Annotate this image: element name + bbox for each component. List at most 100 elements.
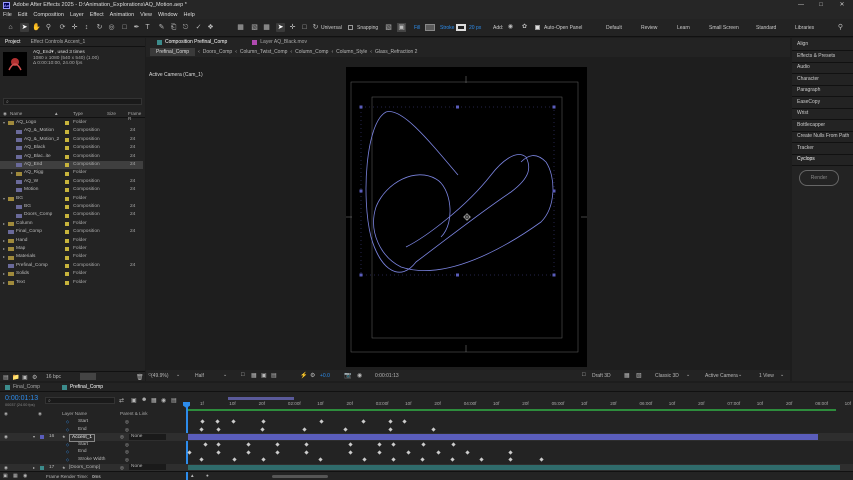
timeline-search-input[interactable]: ⌕ [45, 397, 115, 404]
panel-item-character[interactable]: Character [797, 76, 819, 82]
project-comp-row[interactable]: AQ_Blac..ite Composition 24 [0, 153, 143, 161]
time-ruler[interactable]: 1f 10f 20f 02:00f 10f 20f 03:00f 10f 20f 04:00f 10… [186, 395, 851, 417]
menu-composition[interactable]: Composition [33, 12, 64, 18]
label-color-swatch[interactable] [65, 280, 69, 285]
show-channel-icon[interactable]: ◉ [357, 372, 362, 379]
keyframe-icon[interactable] [388, 427, 393, 432]
expression-pickwhip-icon[interactable]: ◎ [125, 418, 129, 426]
project-comp-row[interactable]: Final_Comp Composition 24 [0, 228, 143, 236]
puppet-tool-icon[interactable]: ❖ [206, 23, 215, 32]
roto-brush-tool-icon[interactable]: ✓ [194, 23, 203, 32]
workspace-standard[interactable]: Standard [756, 25, 776, 31]
move-tool-icon[interactable]: ✛ [70, 23, 79, 32]
workspace-small-screen[interactable]: Small Screen [709, 25, 739, 31]
pen-tool-icon[interactable]: ✒ [132, 23, 141, 32]
project-folder-row[interactable]: ▸ Materials Folder [0, 253, 143, 261]
interpret-footage-icon[interactable]: ▤ [3, 374, 9, 381]
label-color-swatch[interactable] [65, 230, 69, 235]
label-color-swatch[interactable] [65, 137, 69, 142]
3d-ground-plane-icon[interactable]: ▧ [636, 372, 642, 379]
bounds-handle[interactable] [552, 189, 556, 193]
panel-item-paragraph[interactable]: Paragraph [797, 87, 820, 93]
keyframe-icon[interactable] [450, 457, 455, 462]
layer-label-swatch[interactable] [40, 435, 44, 440]
fill-swatch[interactable] [425, 24, 435, 31]
snapping-checkbox[interactable] [348, 25, 353, 31]
region-of-interest-icon[interactable]: □ [241, 372, 245, 378]
stroke-width-value[interactable]: 20 px [469, 25, 481, 31]
orbit-tool-icon[interactable]: ⟳ [58, 23, 67, 32]
current-time-display[interactable]: 0:00:01:13 [375, 373, 399, 379]
keyframe-icon[interactable] [275, 442, 280, 447]
motion-blur-icon[interactable]: ◉ [161, 397, 166, 404]
menu-edit[interactable]: Edit [18, 12, 27, 18]
project-folder-row[interactable]: ▸ Text Folder [0, 279, 143, 287]
keyframe-icon[interactable] [348, 442, 353, 447]
keyframe-icon[interactable] [436, 450, 441, 455]
keyframe-icon[interactable] [508, 450, 513, 455]
tab-project[interactable]: Project [0, 38, 26, 47]
project-comp-row[interactable]: AQ_&_Motion Composition 24 [0, 127, 143, 135]
col-parent-link[interactable]: Parent & Link [120, 411, 148, 416]
property-name[interactable]: End [78, 426, 87, 434]
transparency-grid-icon[interactable]: ▦ [251, 372, 257, 379]
keyframe-icon[interactable] [391, 457, 396, 462]
stopwatch-icon[interactable]: ◇ [66, 418, 69, 426]
keyframe-icon[interactable] [508, 457, 513, 462]
render-button[interactable]: Render [799, 170, 839, 186]
close-icon[interactable]: ✕ [832, 0, 852, 10]
timeline-property-row[interactable]: Start ◇ ◎ [0, 418, 853, 426]
home-icon[interactable]: ⌂ [6, 23, 15, 32]
keyframe-icon[interactable] [200, 419, 205, 424]
chevron-right-icon[interactable]: ▸ [3, 220, 5, 228]
layer-label-swatch[interactable] [40, 465, 44, 470]
col-type[interactable]: Type [73, 111, 83, 116]
label-color-swatch[interactable] [65, 196, 69, 201]
hand-tool-icon[interactable]: ✋ [32, 23, 41, 32]
keyframe-icon[interactable] [216, 442, 221, 447]
project-folder-row[interactable]: ▸ Solids Folder [0, 270, 143, 278]
visibility-eye-icon[interactable]: ◉ [4, 433, 8, 441]
shape-path-1[interactable] [365, 111, 530, 273]
stroke-label[interactable]: Stroke [440, 25, 454, 31]
pan-behind-tool-icon[interactable]: ◎ [107, 23, 116, 32]
zoom-tool-icon[interactable]: ⚲ [44, 23, 53, 32]
keyframe-icon[interactable] [343, 427, 348, 432]
col-name[interactable]: Name [10, 111, 22, 116]
rotation-tool-icon[interactable]: ↻ [95, 23, 104, 32]
breadcrumb-item-column-style[interactable]: Column_Style [336, 49, 367, 55]
project-flowchart-button[interactable] [80, 373, 96, 380]
keyframe-icon[interactable] [377, 450, 382, 455]
tab-prefinal-comp[interactable]: Prefinal_Comp [57, 383, 108, 392]
col-size[interactable]: Size [107, 111, 116, 116]
keyframe-icon[interactable] [261, 457, 266, 462]
auto-open-checkbox[interactable] [535, 25, 540, 31]
draft-3d-toggle-icon[interactable]: ▣ [131, 397, 137, 404]
label-color-swatch[interactable] [65, 129, 69, 134]
fast-previews-icon[interactable]: ⚡ [300, 372, 307, 379]
search-help-icon[interactable]: ⚲ [836, 23, 845, 32]
breadcrumb-item-doors[interactable]: Doors_Comp [203, 49, 232, 55]
label-color-swatch[interactable] [65, 146, 69, 151]
new-comp-icon[interactable]: ▣ [22, 374, 28, 381]
panel-item-effects-presets[interactable]: Effects & Presets [797, 53, 835, 59]
keyframe-icon[interactable] [187, 450, 192, 455]
timeline-property-row[interactable]: End ◇ ◎ [0, 426, 853, 434]
bounds-handle[interactable] [552, 273, 556, 277]
workspace-libraries[interactable]: Libraries [795, 25, 814, 31]
expression-pickwhip-icon[interactable]: ◎ [125, 441, 129, 449]
breadcrumb-item-prefinal[interactable]: Prefinal_Comp [150, 48, 196, 56]
expression-pickwhip-icon[interactable]: ◎ [125, 448, 129, 456]
property-name[interactable]: Stroke Width [78, 456, 105, 464]
bounds-handle[interactable] [359, 189, 363, 193]
bounds-handle[interactable] [552, 105, 556, 109]
timeline-horizontal-scrollbar[interactable] [272, 475, 328, 478]
chevron-right-icon[interactable]: ▸ [3, 279, 5, 287]
label-color-swatch[interactable] [65, 163, 69, 168]
label-color-swatch[interactable] [65, 205, 69, 210]
keyframe-icon[interactable] [318, 457, 323, 462]
tab-layer-aq-black[interactable]: Layer AQ_Black.mov [247, 38, 312, 47]
property-name[interactable]: Start [78, 441, 88, 449]
keyframe-icon[interactable] [203, 442, 208, 447]
label-color-swatch[interactable] [65, 247, 69, 252]
